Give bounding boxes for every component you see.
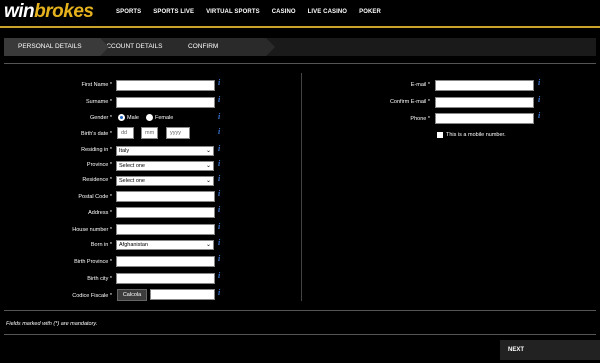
gender-female-radio[interactable]: [146, 114, 153, 121]
residence-label: Residence *: [82, 177, 112, 183]
residence-select[interactable]: Select one ⌄: [116, 176, 214, 186]
address-input[interactable]: [116, 207, 215, 218]
chevron-down-icon: ⌄: [205, 163, 211, 169]
residence-value: Select one: [119, 178, 145, 184]
province-select[interactable]: Select one ⌄: [116, 161, 214, 171]
top-bar: winbrokes SPORTS SPORTS LIVE VIRTUAL SPO…: [0, 0, 600, 28]
logo-prefix: win: [4, 1, 35, 22]
nav-virtual-sports[interactable]: VIRTUAL SPORTS: [206, 9, 260, 15]
province-label: Province *: [86, 162, 112, 168]
first-name-input[interactable]: [116, 80, 215, 91]
nav-casino[interactable]: CASINO: [272, 9, 296, 15]
step-arrow: [266, 38, 275, 56]
info-icon[interactable]: i: [218, 288, 220, 297]
chevron-down-icon: ⌄: [205, 178, 211, 184]
step-personal-label: PERSONAL DETAILS: [18, 43, 82, 50]
logo-suffix: brokes: [34, 1, 94, 22]
next-button[interactable]: NEXT: [500, 340, 600, 360]
confirm-email-input[interactable]: [435, 97, 534, 108]
info-icon[interactable]: i: [218, 205, 220, 214]
house-number-label: House number *: [72, 227, 112, 233]
phone-input[interactable]: [435, 113, 534, 124]
next-button-label: NEXT: [508, 347, 525, 353]
info-icon[interactable]: i: [538, 78, 540, 87]
calcola-button[interactable]: Calcola: [117, 289, 147, 301]
born-in-select[interactable]: Afghanistan ⌄: [116, 240, 214, 250]
first-name-label: First Name *: [81, 82, 112, 88]
email-label: E-mail *: [410, 82, 430, 88]
confirm-email-label: Confirm E-mail *: [389, 99, 430, 105]
chevron-down-icon: ⌄: [205, 148, 211, 154]
nav-sports-live[interactable]: SPORTS LIVE: [153, 9, 194, 15]
main-nav: SPORTS SPORTS LIVE VIRTUAL SPORTS CASINO…: [116, 9, 393, 15]
step-arrow: [100, 38, 109, 56]
codice-fiscale-label: Codice Fiscale *: [72, 293, 112, 299]
gender-male-radio[interactable]: [118, 114, 125, 121]
born-in-label: Born in *: [90, 242, 112, 248]
mandatory-note: Fields marked with (*) are mandatory.: [6, 321, 98, 327]
gender-female-label: Female: [155, 115, 174, 121]
surname-input[interactable]: [116, 97, 215, 108]
info-icon[interactable]: i: [218, 222, 220, 231]
chevron-down-icon: ⌄: [205, 242, 211, 248]
divider: [4, 63, 596, 64]
column-divider: [301, 73, 302, 301]
birth-city-label: Birth city *: [87, 276, 112, 282]
province-value: Select one: [119, 163, 145, 169]
surname-label: Surname *: [86, 99, 112, 105]
residing-in-label: Residing in *: [81, 147, 112, 153]
nav-sports[interactable]: SPORTS: [116, 9, 141, 15]
info-icon[interactable]: i: [218, 238, 220, 247]
mobile-number-label: This is a mobile number.: [446, 132, 506, 138]
info-icon[interactable]: i: [218, 127, 220, 136]
info-icon[interactable]: i: [538, 111, 540, 120]
step-account-label: ACCOUNT DETAILS: [102, 43, 163, 50]
birth-date-label: Birth's date *: [80, 131, 112, 137]
info-icon[interactable]: i: [218, 189, 220, 198]
nav-poker[interactable]: POKER: [359, 9, 381, 15]
postal-code-label: Postal Code *: [78, 194, 112, 200]
info-icon[interactable]: i: [218, 78, 220, 87]
info-icon[interactable]: i: [538, 95, 540, 104]
step-personal-details: PERSONAL DETAILS: [4, 38, 100, 56]
info-icon[interactable]: i: [218, 174, 220, 183]
postal-code-input[interactable]: [116, 191, 215, 202]
info-icon[interactable]: i: [218, 144, 220, 153]
divider: [4, 310, 596, 311]
gender-label: Gender *: [89, 115, 112, 121]
house-number-input[interactable]: [116, 224, 215, 235]
birth-city-input[interactable]: [116, 273, 215, 284]
info-icon[interactable]: i: [218, 254, 220, 263]
email-input[interactable]: [435, 80, 534, 91]
step-arrow: [176, 38, 185, 56]
info-icon[interactable]: i: [218, 159, 220, 168]
info-icon[interactable]: i: [218, 95, 220, 104]
birth-year-input[interactable]: yyyy: [166, 127, 190, 139]
address-label: Address *: [88, 210, 112, 216]
born-in-value: Afghanistan: [119, 242, 149, 248]
codice-fiscale-input[interactable]: [150, 289, 215, 300]
birth-province-label: Birth Province *: [74, 259, 112, 265]
residing-in-value: Italy: [119, 148, 130, 154]
birth-day-input[interactable]: dd: [117, 127, 134, 139]
residing-in-select[interactable]: Italy ⌄: [116, 146, 214, 156]
info-icon[interactable]: i: [218, 271, 220, 280]
nav-live-casino[interactable]: LIVE CASINO: [308, 9, 347, 15]
winbrokes-logo[interactable]: winbrokes: [4, 1, 94, 23]
birth-month-input[interactable]: mm: [141, 127, 158, 139]
birth-province-input[interactable]: [116, 256, 215, 267]
info-icon[interactable]: i: [218, 112, 220, 121]
divider: [4, 334, 596, 335]
step-confirm-label: CONFIRM: [188, 43, 219, 50]
gender-male-label: Male: [127, 115, 139, 121]
mobile-number-checkbox[interactable]: [437, 132, 443, 138]
phone-label: Phone *: [410, 116, 430, 122]
registration-steps: CONFIRM ACCOUNT DETAILS PERSONAL DETAILS: [4, 38, 596, 56]
